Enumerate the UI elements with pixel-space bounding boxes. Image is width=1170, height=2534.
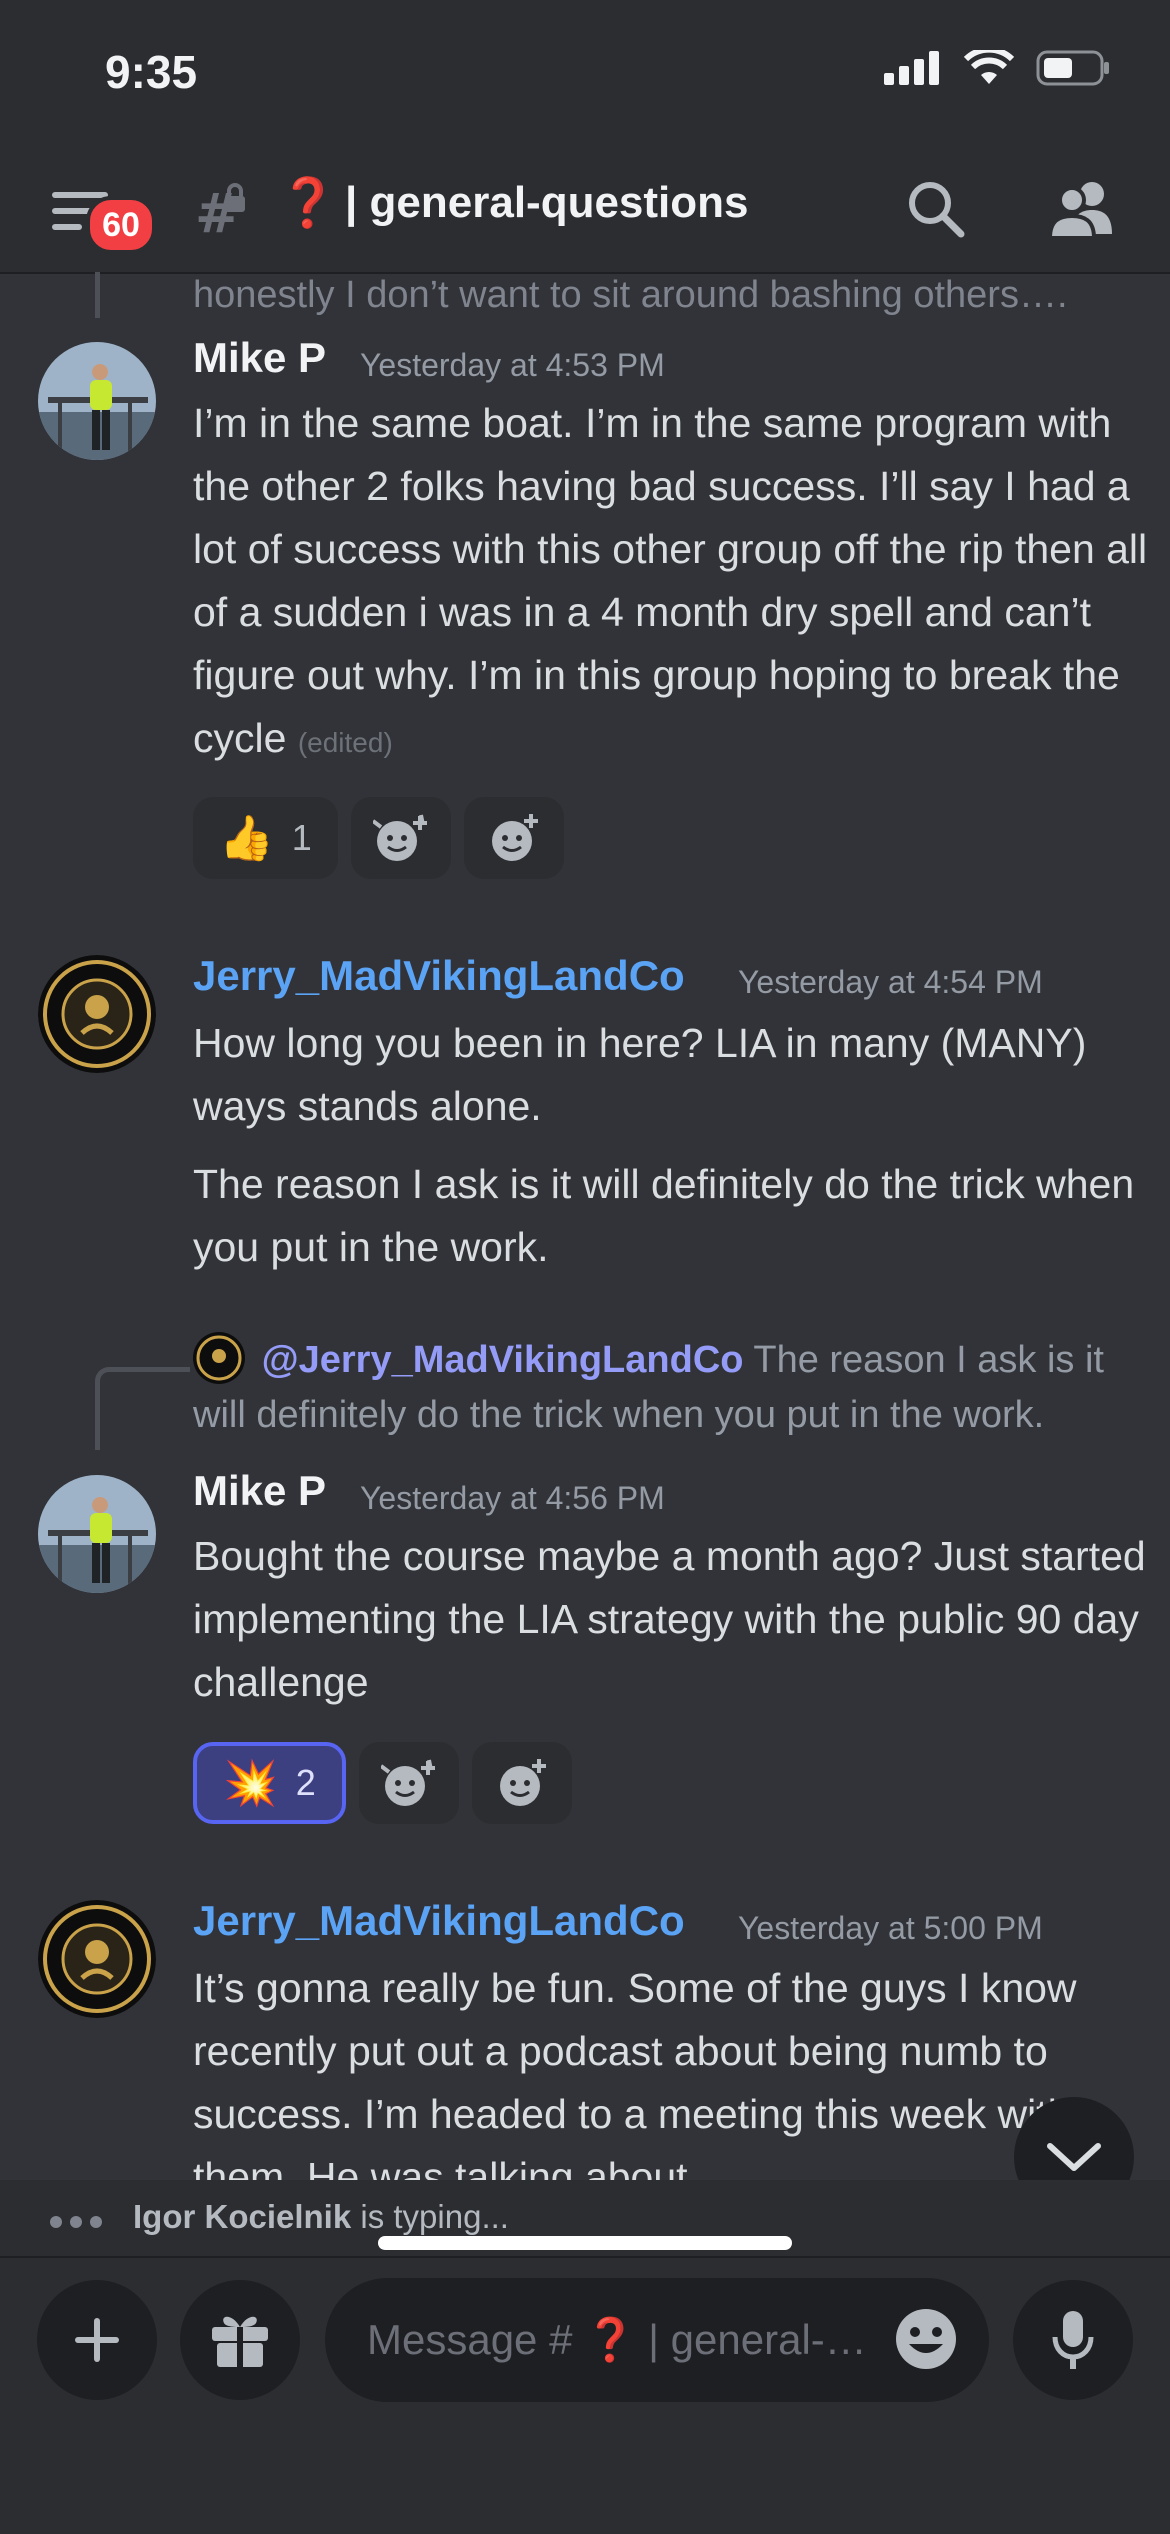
emoji-icon[interactable] — [893, 2306, 959, 2382]
microphone-icon — [1052, 2311, 1094, 2369]
reply-preview[interactable]: @Jerry_MadVikingLandCo The reason I ask … — [193, 1332, 1153, 1443]
edited-label: (edited) — [297, 727, 393, 758]
reaction-bar: 👍 1 — [193, 797, 564, 879]
typing-text: Igor Kocielnik is typing... — [133, 2198, 509, 2236]
avatar[interactable] — [38, 1475, 156, 1593]
channel-header: 60 # ❓ | general-questions — [0, 150, 1170, 274]
status-bar: 9:35 — [0, 0, 1170, 150]
status-icons — [884, 50, 1110, 86]
message-author[interactable]: Mike P — [193, 334, 326, 382]
avatar[interactable] — [38, 955, 156, 1073]
reaction-emoji: 💥 — [223, 1759, 278, 1808]
typing-dots — [50, 2216, 102, 2228]
message-timestamp: Yesterday at 4:54 PM — [738, 964, 1043, 1000]
reaction-bar: 💥 2 — [193, 1742, 572, 1824]
gift-button[interactable] — [180, 2280, 300, 2400]
gift-icon — [212, 2316, 268, 2367]
add-super-reaction-icon[interactable] — [350, 797, 451, 879]
reaction-thumbs-up[interactable]: 👍 1 — [193, 797, 338, 879]
message-text: It’s gonna really be fun. Some of the gu… — [193, 1965, 1077, 2180]
avatar[interactable] — [38, 1900, 156, 2018]
voice-message-button[interactable] — [1013, 2280, 1133, 2400]
message-text: How long you been in here? LIA in many (… — [193, 1020, 1087, 1129]
home-indicator[interactable] — [378, 2236, 792, 2250]
add-reaction-icon[interactable] — [463, 797, 564, 879]
message-timestamp: Yesterday at 4:56 PM — [360, 1480, 665, 1516]
message-author[interactable]: Jerry_MadVikingLandCo — [193, 952, 685, 1000]
typing-user: Igor Kocielnik — [133, 2198, 352, 2235]
message-text: The reason I ask is it will definitely d… — [193, 1161, 1135, 1270]
message-composer: Message # ❓ | general-questions — [0, 2256, 1170, 2534]
add-super-reaction-icon[interactable] — [358, 1742, 459, 1824]
message-timestamp: Yesterday at 5:00 PM — [738, 1910, 1043, 1946]
reply-mention[interactable]: @Jerry_MadVikingLandCo — [262, 1339, 744, 1381]
battery-icon — [1036, 50, 1109, 86]
plus-icon — [75, 2318, 119, 2362]
reaction-count: 2 — [295, 1762, 316, 1803]
typing-suffix: is typing... — [351, 2198, 509, 2235]
cutoff-message-text: honestly I don’t want to sit around bash… — [193, 274, 1068, 316]
reply-connector — [95, 272, 100, 318]
reply-avatar — [193, 1332, 245, 1384]
cellular-signal-icon — [884, 51, 939, 85]
message-author[interactable]: Mike P — [193, 1467, 326, 1515]
search-icon[interactable] — [905, 178, 967, 245]
message-timestamp: Yesterday at 4:53 PM — [360, 347, 665, 383]
message-text: I’m in the same boat. I’m in the same pr… — [193, 392, 1153, 774]
wifi-icon — [964, 50, 1014, 84]
message-text: Bought the course maybe a month ago? Jus… — [193, 1533, 1146, 1705]
reaction-emoji: 👍 — [219, 814, 274, 863]
message-author[interactable]: Jerry_MadVikingLandCo — [193, 1897, 685, 1945]
locked-channel-icon: # — [195, 182, 251, 245]
reply-connector — [95, 1367, 190, 1450]
reaction-count: 1 — [291, 817, 312, 858]
message-list[interactable]: honestly I don’t want to sit around bash… — [0, 272, 1170, 2180]
reaction-collision[interactable]: 💥 2 — [193, 1742, 346, 1824]
notification-badge: 60 — [86, 196, 156, 254]
channel-emoji: ❓ — [278, 177, 338, 230]
members-icon[interactable] — [1047, 178, 1116, 245]
avatar[interactable] — [38, 342, 156, 460]
message-input[interactable]: Message # ❓ | general-questions — [325, 2278, 989, 2402]
chevron-down-icon — [1047, 2143, 1101, 2171]
message-body: I’m in the same boat. I’m in the same pr… — [193, 400, 1148, 761]
status-time: 9:35 — [105, 46, 198, 98]
attach-button[interactable] — [37, 2280, 157, 2400]
add-reaction-icon[interactable] — [471, 1742, 572, 1824]
channel-name[interactable]: | general-questions — [345, 178, 749, 228]
message-input-placeholder: Message # ❓ | general-questions — [367, 2316, 887, 2363]
